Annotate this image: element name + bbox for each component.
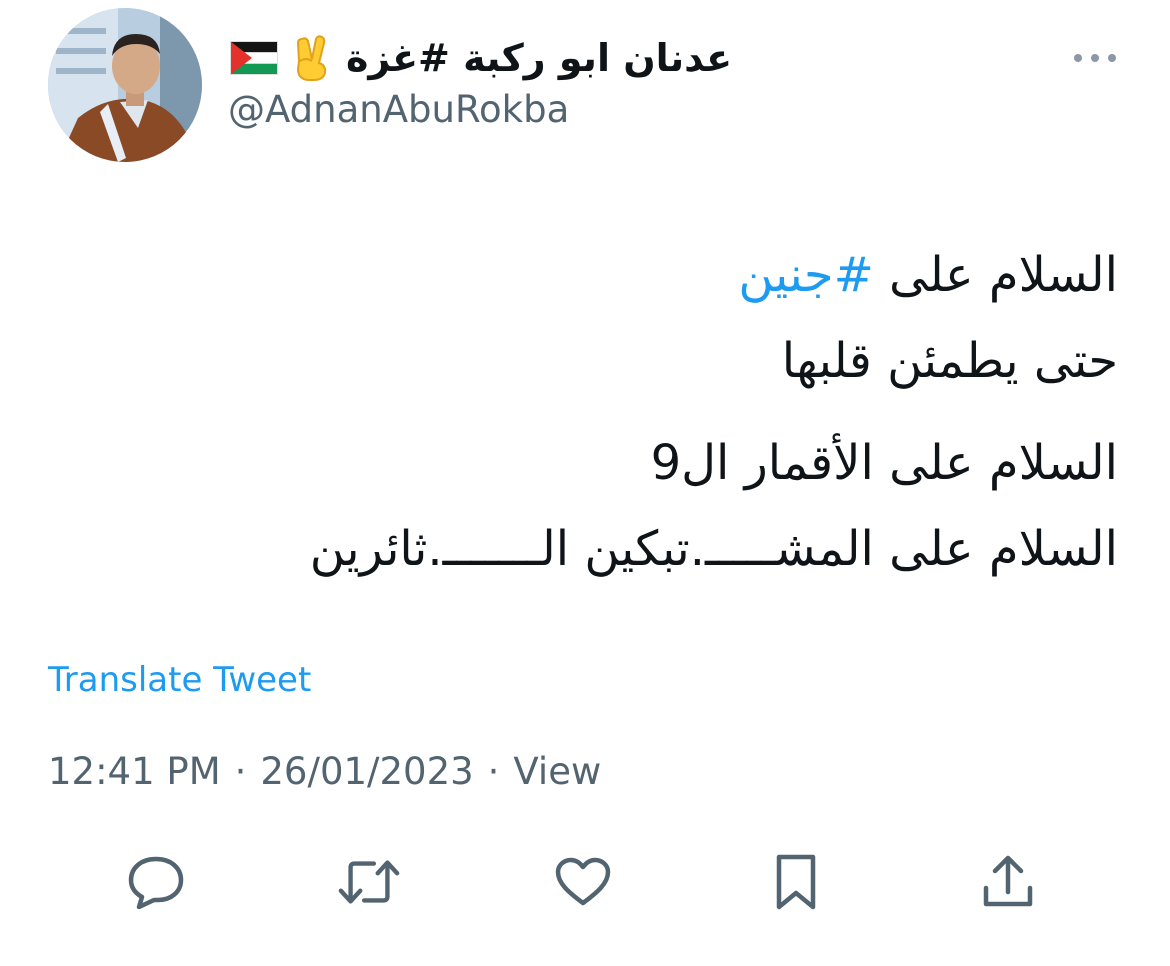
meta-separator: ·: [487, 750, 500, 793]
share-icon: [983, 855, 1033, 907]
avatar[interactable]: [48, 8, 202, 162]
more-options-button[interactable]: [1070, 46, 1120, 70]
like-icon: [555, 857, 611, 906]
bookmark-button[interactable]: [764, 850, 828, 914]
view-link[interactable]: View: [513, 750, 601, 793]
share-button[interactable]: [976, 850, 1040, 914]
tweet-line-3: السلام على الأقمار ال9: [650, 435, 1118, 491]
more-dots-icon: [1074, 54, 1116, 62]
translate-tweet-link[interactable]: Translate Tweet: [48, 660, 311, 700]
like-button[interactable]: [551, 850, 615, 914]
author-handle[interactable]: @AdnanAbuRokba: [228, 88, 569, 131]
retweet-button[interactable]: [337, 850, 401, 914]
retweet-icon: [338, 860, 400, 904]
tweet-line-2: حتى يطمئن قلبها: [781, 333, 1118, 389]
hashtag-link[interactable]: #جنين: [738, 247, 873, 303]
author-name-row[interactable]: عدنان ابو ركبة #غزة: [230, 30, 732, 86]
tweet-text: السلام على #جنين حتى يطمئن قلبها السلام …: [118, 232, 1118, 592]
bookmark-icon: [776, 854, 816, 910]
tweet-meta: 12:41 PM · 26/01/2023 · View: [48, 750, 601, 793]
tweet-line-4: السلام على المشـــــ.تبكين الـــــــ.ثائ…: [309, 521, 1118, 577]
tweet-line-1-text: السلام على: [873, 247, 1118, 303]
author-display-name[interactable]: عدنان ابو ركبة #غزة: [346, 36, 732, 80]
tweet-line-1: السلام على #جنين: [118, 232, 1118, 318]
tweet-date[interactable]: 26/01/2023: [260, 750, 473, 793]
reply-button[interactable]: [124, 850, 188, 914]
palestine-flag-icon: [230, 41, 278, 75]
meta-separator: ·: [234, 750, 247, 793]
victory-hand-icon: [292, 35, 332, 81]
tweet-time[interactable]: 12:41 PM: [48, 750, 221, 793]
avatar-photo: [48, 8, 202, 162]
reply-icon: [128, 856, 184, 909]
